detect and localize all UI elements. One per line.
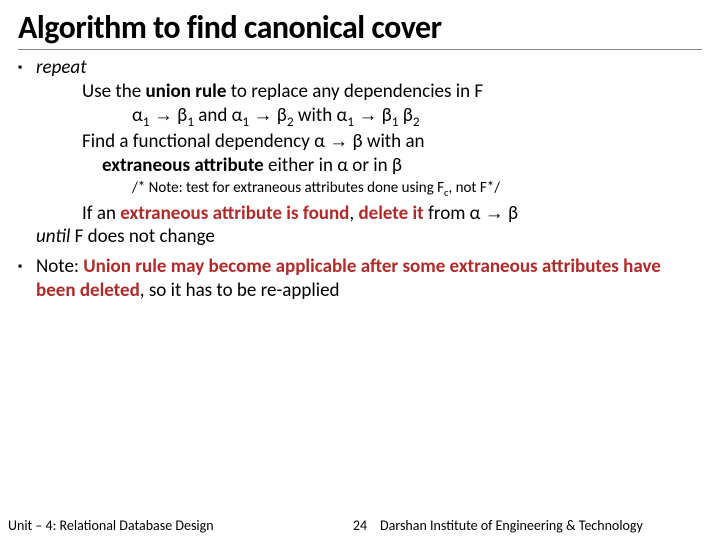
footer-page-number: 24 [340,517,380,534]
footer-institute: Darshan Institute of Engineering & Techn… [380,517,720,534]
line-union: Use the union rule to replace any depend… [82,80,702,104]
bullet-mark-icon: ▪ [18,255,36,303]
slide-title: Algorithm to find canonical cover [18,8,702,50]
footer-unit: Unit – 4: Relational Database Design [0,517,340,534]
bullet-mark-icon: ▪ [18,56,36,249]
repeat-keyword: repeat [36,56,87,79]
line-until: until F does not change [36,225,702,249]
line-find-cont: extraneous attribute either in α or in β [102,154,702,178]
line-find: Find a functional dependency α → β with … [82,130,702,154]
bullet-note: ▪ Note: Union rule may become applicable… [18,255,702,303]
line-rule: α1 → β1 and α1 → β2 with α1 → β1 β2 [132,104,702,130]
slide: Algorithm to find canonical cover ▪ repe… [0,0,720,540]
bullet-repeat: ▪ repeat Use the union rule to replace a… [18,56,702,249]
slide-footer: Unit – 4: Relational Database Design 24 … [0,510,720,540]
slide-content: ▪ repeat Use the union rule to replace a… [18,56,702,305]
line-if: If an extraneous attribute is found, del… [82,202,702,226]
note-comment: /* Note: test for extraneous attributes … [132,179,702,199]
